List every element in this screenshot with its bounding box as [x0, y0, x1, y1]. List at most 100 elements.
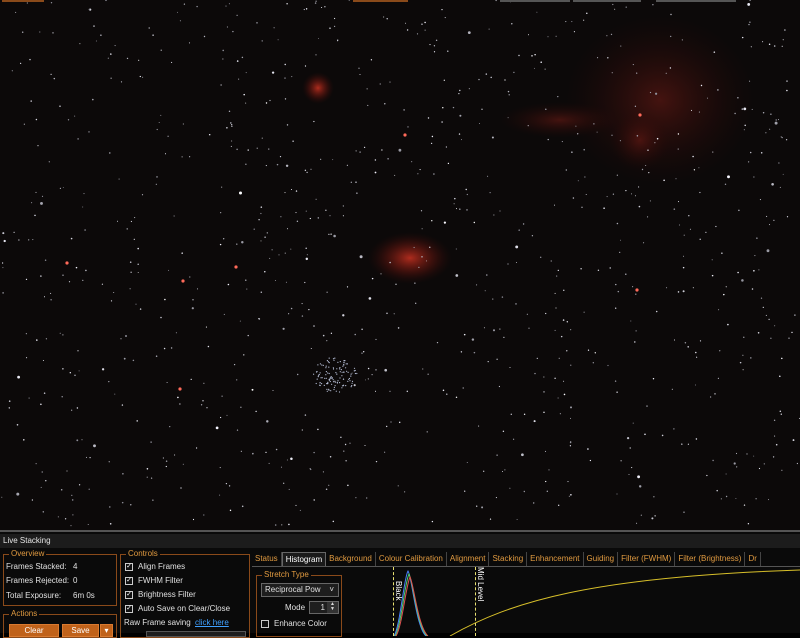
cluster-star [332, 381, 335, 383]
histogram-chart[interactable] [390, 567, 800, 636]
star [269, 99, 271, 102]
star [758, 269, 760, 271]
star [25, 278, 28, 281]
star [77, 138, 79, 140]
clear-button[interactable]: Clear [9, 624, 59, 637]
save-button[interactable]: Save [62, 624, 99, 637]
stretch-type-select[interactable]: Reciprocal Pow ˅ [261, 583, 339, 597]
star [571, 21, 573, 23]
fwhm-filter-checkbox[interactable]: ✓ [125, 577, 133, 585]
star [532, 502, 535, 504]
star [363, 351, 365, 353]
star [753, 270, 755, 272]
star [567, 481, 569, 483]
star [305, 8, 308, 10]
star [109, 523, 112, 525]
mode-stepper[interactable]: 1 ▲ ▼ [309, 601, 339, 614]
star [394, 174, 396, 176]
star [665, 72, 667, 74]
star [696, 356, 698, 358]
star [261, 40, 263, 42]
fwhm-filter-label: FWHM Filter [138, 576, 183, 585]
stepper-arrows-icon[interactable]: ▲ ▼ [327, 602, 338, 613]
stacked-image-canvas[interactable] [0, 0, 800, 530]
star [755, 498, 757, 500]
top-button-left[interactable] [2, 0, 44, 2]
star [759, 199, 761, 201]
star [462, 387, 464, 389]
raw-frame-saving-link[interactable]: click here [195, 618, 229, 628]
tab-colour-calibration[interactable]: Colour Calibration [376, 552, 447, 566]
auto-save-label: Auto Save on Clear/Close [138, 604, 231, 613]
star [531, 55, 533, 57]
cluster-star [326, 388, 328, 390]
star [714, 393, 716, 395]
red-star [181, 279, 185, 283]
raw-frame-field[interactable] [146, 631, 246, 637]
star [452, 106, 455, 109]
star [160, 316, 162, 319]
star [301, 315, 304, 317]
star [441, 121, 443, 123]
red-star [178, 387, 182, 391]
star [488, 28, 490, 30]
star [26, 357, 28, 359]
top-field-3[interactable] [656, 0, 736, 2]
tab-alignment[interactable]: Alignment [447, 552, 490, 566]
star [765, 132, 767, 134]
star [570, 329, 572, 331]
align-frames-checkbox[interactable]: ✓ [125, 563, 133, 571]
black-point-marker[interactable] [393, 567, 394, 636]
star [583, 148, 585, 151]
controls-label: Controls [126, 549, 160, 559]
star [773, 419, 776, 421]
tab-stacking[interactable]: Stacking [489, 552, 528, 566]
star [164, 298, 166, 301]
star [41, 471, 43, 473]
star [359, 74, 361, 75]
tab-histogram[interactable]: Histogram [281, 552, 327, 566]
tab-overflow[interactable]: Dr [745, 552, 761, 566]
cluster-star [341, 371, 343, 373]
star [379, 83, 381, 85]
star [557, 269, 559, 272]
star [173, 215, 175, 217]
tab-guiding[interactable]: Guiding [584, 552, 619, 566]
tab-background[interactable]: Background [326, 552, 376, 566]
star [619, 251, 621, 254]
star [562, 319, 565, 321]
star [717, 89, 719, 91]
top-button-mid[interactable] [353, 0, 408, 2]
star [95, 40, 97, 42]
star [324, 6, 326, 8]
auto-save-checkbox[interactable]: ✓ [125, 605, 133, 613]
enhance-color-checkbox[interactable] [261, 620, 269, 628]
cluster-star [341, 375, 343, 377]
star [313, 499, 315, 501]
star [315, 198, 317, 200]
star [221, 186, 223, 188]
tab-filter-fwhm[interactable]: Filter (FWHM) [618, 552, 676, 566]
star [556, 275, 558, 277]
top-field-2[interactable] [573, 0, 641, 2]
star [515, 262, 517, 263]
tab-status[interactable]: Status [252, 552, 282, 566]
star [53, 77, 56, 80]
tab-filter-brightness[interactable]: Filter (Brightness) [675, 552, 746, 566]
brightness-filter-checkbox[interactable]: ✓ [125, 591, 133, 599]
star [325, 209, 327, 211]
star [583, 311, 585, 313]
star [260, 212, 262, 215]
star [620, 45, 622, 47]
cluster-star [343, 384, 345, 386]
tab-enhancement[interactable]: Enhancement [527, 552, 584, 566]
star [611, 72, 613, 74]
top-field-1[interactable] [500, 0, 570, 2]
cluster-star [347, 380, 349, 382]
star [687, 443, 690, 445]
star [121, 501, 124, 504]
star [236, 14, 238, 16]
star [644, 433, 646, 436]
star [566, 321, 568, 323]
save-menu-button[interactable]: ▾ [100, 624, 113, 637]
